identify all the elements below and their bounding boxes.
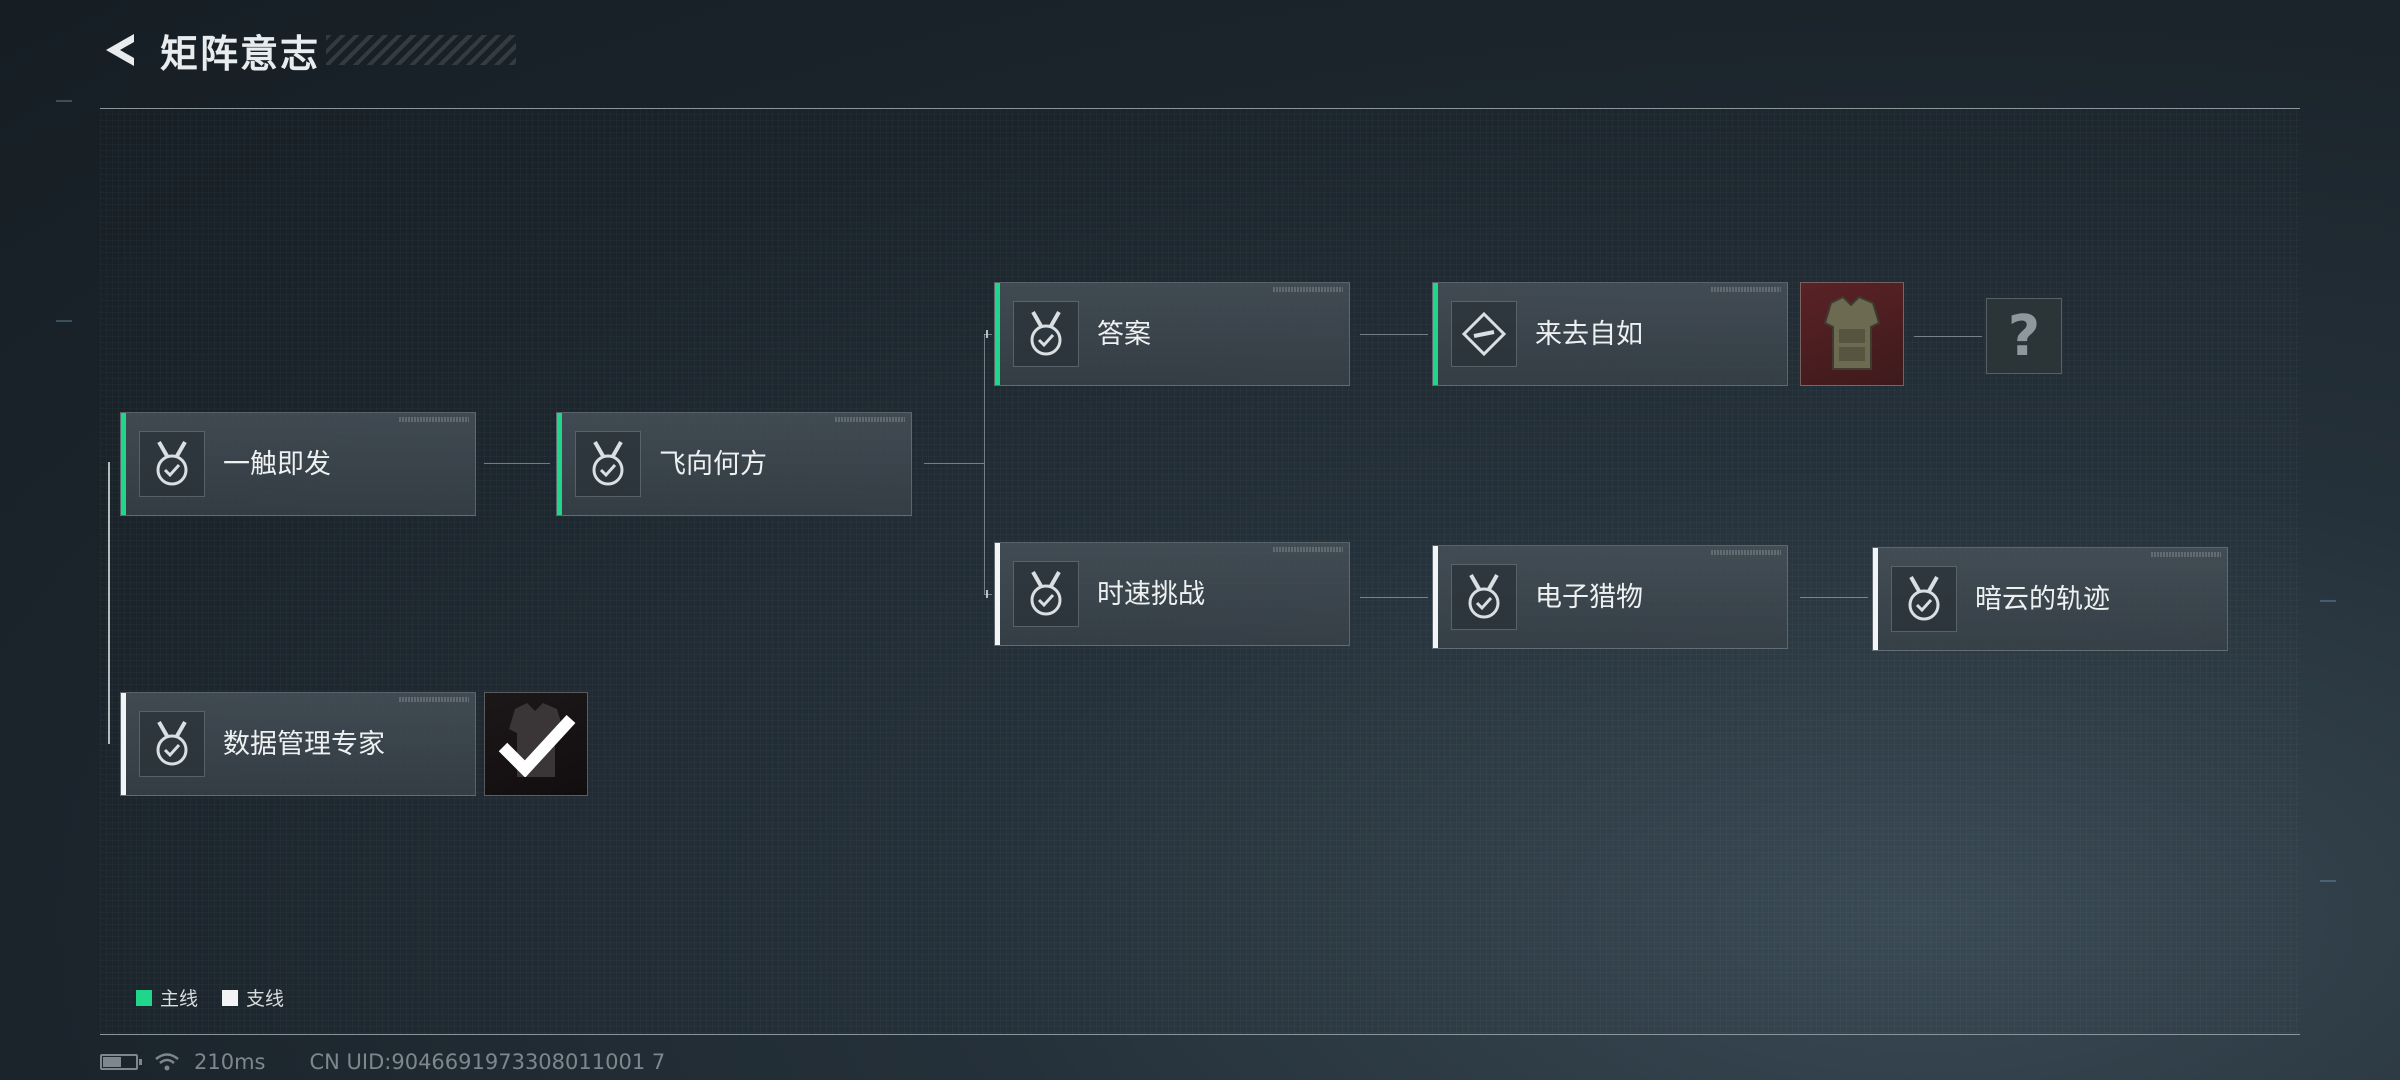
mainline-indicator [121, 413, 126, 515]
node-label: 飞向何方 [659, 449, 767, 480]
unknown-reward-slot[interactable]: ? [1986, 298, 2062, 374]
branchline-indicator [1873, 548, 1878, 650]
back-button[interactable] [96, 26, 144, 74]
page-title: 矩阵意志 [160, 31, 321, 76]
node-label: 时速挑战 [1097, 579, 1205, 610]
title-decoration [326, 35, 517, 65]
branchline-indicator [1433, 546, 1438, 648]
connector [1360, 597, 1428, 598]
connector-end [986, 590, 988, 598]
node-decoration [1711, 550, 1781, 555]
back-arrow-icon [106, 34, 134, 66]
claimed-checkmark-icon [498, 714, 576, 777]
tree-root-line [108, 462, 110, 744]
mainline-indicator [1433, 283, 1438, 385]
top-divider [100, 108, 2300, 109]
medal-complete-icon [139, 431, 205, 497]
connector [1800, 597, 1868, 598]
medal-complete-icon [139, 711, 205, 777]
deco-tick [2320, 600, 2336, 602]
legend-branch-swatch [222, 989, 239, 1006]
deco-tick [56, 100, 72, 102]
mission-node-dianzilewu[interactable]: 电子猎物 [1432, 545, 1788, 649]
node-label: 一触即发 [223, 449, 331, 480]
mission-node-shujuguanlizhuanjia[interactable]: 数据管理专家 [120, 692, 476, 796]
mission-node-daan[interactable]: 答案 [994, 282, 1350, 386]
connector [1914, 336, 1982, 337]
mission-node-yichujifa[interactable]: 一触即发 [120, 412, 476, 516]
legend-main-swatch [136, 989, 152, 1006]
armor-vest-icon [1823, 295, 1881, 370]
mission-node-feixianghefang[interactable]: 飞向何方 [556, 412, 912, 516]
wifi-icon [155, 1053, 179, 1071]
node-decoration [2151, 552, 2221, 557]
legend-branch-label: 支线 [246, 988, 285, 1010]
user-uid: CN UID:9046691973308011001 7 [309, 1050, 666, 1074]
medal-complete-icon [575, 431, 641, 497]
mission-node-anyundeguiji[interactable]: 暗云的轨迹 [1872, 547, 2228, 651]
medal-complete-icon [1451, 564, 1517, 630]
diamond-objective-icon [1451, 301, 1517, 367]
legend-branch: 支线 [222, 984, 284, 1011]
battery-icon [100, 1054, 142, 1070]
node-decoration [399, 417, 469, 422]
mainline-indicator [995, 283, 1000, 385]
node-label: 暗云的轨迹 [1975, 584, 2110, 615]
connector-split [984, 334, 985, 594]
mission-node-shisutiaozhan[interactable]: 时速挑战 [994, 542, 1350, 646]
node-decoration [399, 697, 469, 702]
mission-node-laiquziru[interactable]: 来去自如 [1432, 282, 1788, 386]
deco-tick [56, 320, 72, 322]
connector [924, 463, 984, 464]
node-label: 电子猎物 [1535, 582, 1643, 613]
node-label: 数据管理专家 [223, 729, 385, 760]
status-footer: 210ms CN UID:9046691973308011001 7 [100, 1050, 665, 1074]
page-header: 矩阵意志 [96, 20, 517, 80]
node-label: 来去自如 [1535, 319, 1643, 350]
node-label: 答案 [1097, 319, 1151, 350]
node-decoration [835, 417, 905, 422]
connector [1360, 334, 1428, 335]
reward-armor-claimed[interactable] [484, 692, 588, 796]
reward-armor-item[interactable] [1800, 282, 1904, 386]
mainline-indicator [557, 413, 562, 515]
medal-complete-icon [1013, 301, 1079, 367]
legend-main-label: 主线 [160, 988, 199, 1010]
node-decoration [1711, 287, 1781, 292]
node-decoration [1273, 287, 1343, 292]
medal-complete-icon [1013, 561, 1079, 627]
medal-complete-icon [1891, 566, 1957, 632]
bottom-divider [100, 1034, 2300, 1035]
deco-tick [2320, 880, 2336, 882]
legend: 主线 支线 [136, 984, 308, 1011]
connector [484, 463, 550, 464]
legend-main: 主线 [136, 984, 198, 1011]
connector-end [986, 330, 988, 338]
node-decoration [1273, 547, 1343, 552]
branchline-indicator [121, 693, 126, 795]
network-ping: 210ms [194, 1050, 266, 1074]
branchline-indicator [995, 543, 1000, 645]
